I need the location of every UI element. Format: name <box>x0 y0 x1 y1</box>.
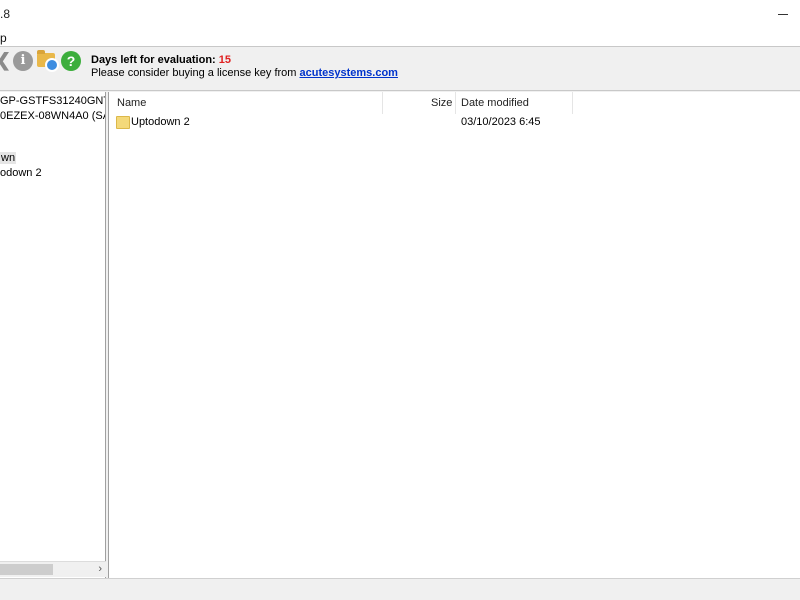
list-header: Name Size Date modified <box>109 92 800 114</box>
row-date: 03/10/2023 6:45 <box>461 116 541 128</box>
folder-tree-pane[interactable]: GP-GSTFS31240GNTD 0EZEX-08WN4A0 (SATA wn… <box>0 92 106 578</box>
column-divider[interactable] <box>572 92 573 114</box>
evaluation-label: Days left for evaluation: <box>91 54 219 66</box>
tree-item-drive-1[interactable]: GP-GSTFS31240GNTD <box>0 95 105 107</box>
license-text: Please consider buying a license key fro… <box>91 67 300 79</box>
column-header-name[interactable]: Name <box>117 92 146 114</box>
scrollbar-thumb[interactable] <box>0 564 53 575</box>
license-link[interactable]: acutesystems.com <box>300 67 398 79</box>
folder-icon[interactable] <box>37 50 59 72</box>
tree-item-subfolder[interactable]: odown 2 <box>0 167 42 179</box>
tree-item-folder[interactable]: wn <box>0 152 17 164</box>
window-title: .8 <box>0 7 11 21</box>
row-name: Uptodown 2 <box>131 116 190 128</box>
info-icon[interactable]: i <box>13 51 33 71</box>
toolbar: ❮ i ? Days left for evaluation: 15 Pleas… <box>0 46 800 91</box>
column-divider[interactable] <box>455 92 456 114</box>
evaluation-days-count: 15 <box>218 54 232 66</box>
folder-icon <box>116 116 130 129</box>
evaluation-notice: Days left for evaluation: 15 <box>91 54 231 66</box>
scroll-right-icon[interactable]: › <box>98 562 102 577</box>
minimize-button[interactable] <box>772 0 800 28</box>
file-list-pane[interactable]: Name Size Date modified Uptodown 2 03/10… <box>108 92 800 578</box>
column-divider[interactable] <box>382 92 383 114</box>
menu-item-help[interactable]: p <box>0 31 7 45</box>
list-row[interactable]: Uptodown 2 03/10/2023 6:45 <box>109 114 800 132</box>
tree-item-drive-2[interactable]: 0EZEX-08WN4A0 (SATA <box>0 110 105 122</box>
license-notice: Please consider buying a license key fro… <box>91 67 398 79</box>
help-icon[interactable]: ? <box>61 51 81 71</box>
column-header-size[interactable]: Size <box>431 92 452 114</box>
tree-horizontal-scrollbar[interactable]: › <box>0 561 106 577</box>
title-bar: .8 <box>0 0 800 28</box>
menu-bar: p <box>0 28 800 46</box>
column-header-date[interactable]: Date modified <box>461 92 529 114</box>
status-bar <box>0 578 800 600</box>
app-window: .8 p ❮ i ? Days left for evaluation: 15 … <box>0 0 800 600</box>
